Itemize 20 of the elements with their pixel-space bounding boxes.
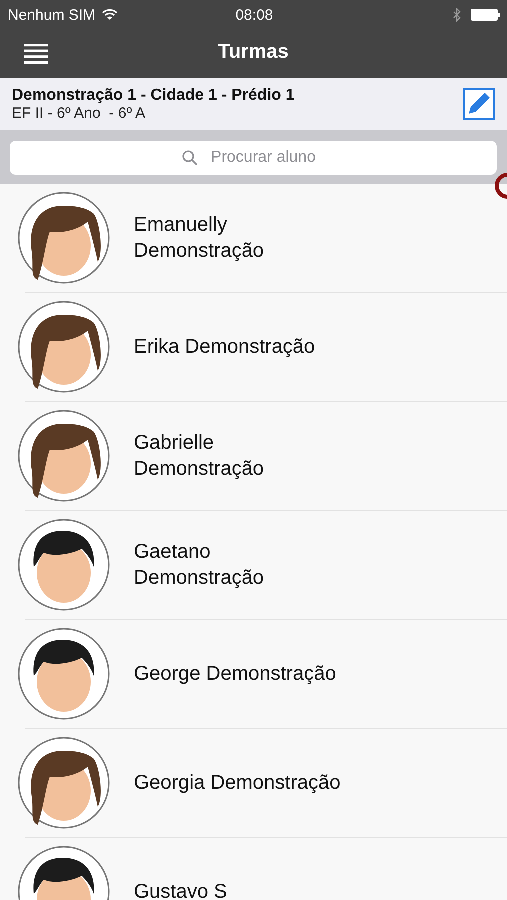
menu-icon[interactable] — [24, 44, 48, 64]
student-name[interactable]: Emanuelly Demonstração — [134, 212, 264, 264]
edit-icon[interactable] — [463, 88, 495, 120]
student-name[interactable]: Gustavo S — [134, 879, 228, 900]
student-name[interactable]: Gaetano Demonstração — [134, 539, 264, 591]
battery-icon — [470, 9, 501, 21]
carrier-text: Nenhum SIM — [8, 6, 96, 24]
class-title: Demonstração 1 - Cidade 1 - Prédio 1 — [12, 86, 295, 104]
student-name[interactable]: Georgia Demonstração — [134, 770, 341, 796]
search-icon — [182, 150, 198, 166]
student-name[interactable]: Erika Demonstração — [134, 334, 316, 360]
student-name[interactable]: Gabrielle Demonstração — [134, 430, 264, 482]
clock-text: 08:08 — [236, 6, 274, 24]
wifi-icon — [102, 9, 118, 21]
student-name[interactable]: George Demonstração — [134, 661, 336, 687]
bluetooth-icon — [452, 8, 461, 22]
search-field[interactable]: Procurar aluno — [10, 141, 497, 175]
class-subtitle: EF II - 6º Ano - 6º A — [12, 104, 147, 122]
ring-icon — [493, 171, 507, 201]
screen-title: Turmas — [218, 40, 289, 64]
